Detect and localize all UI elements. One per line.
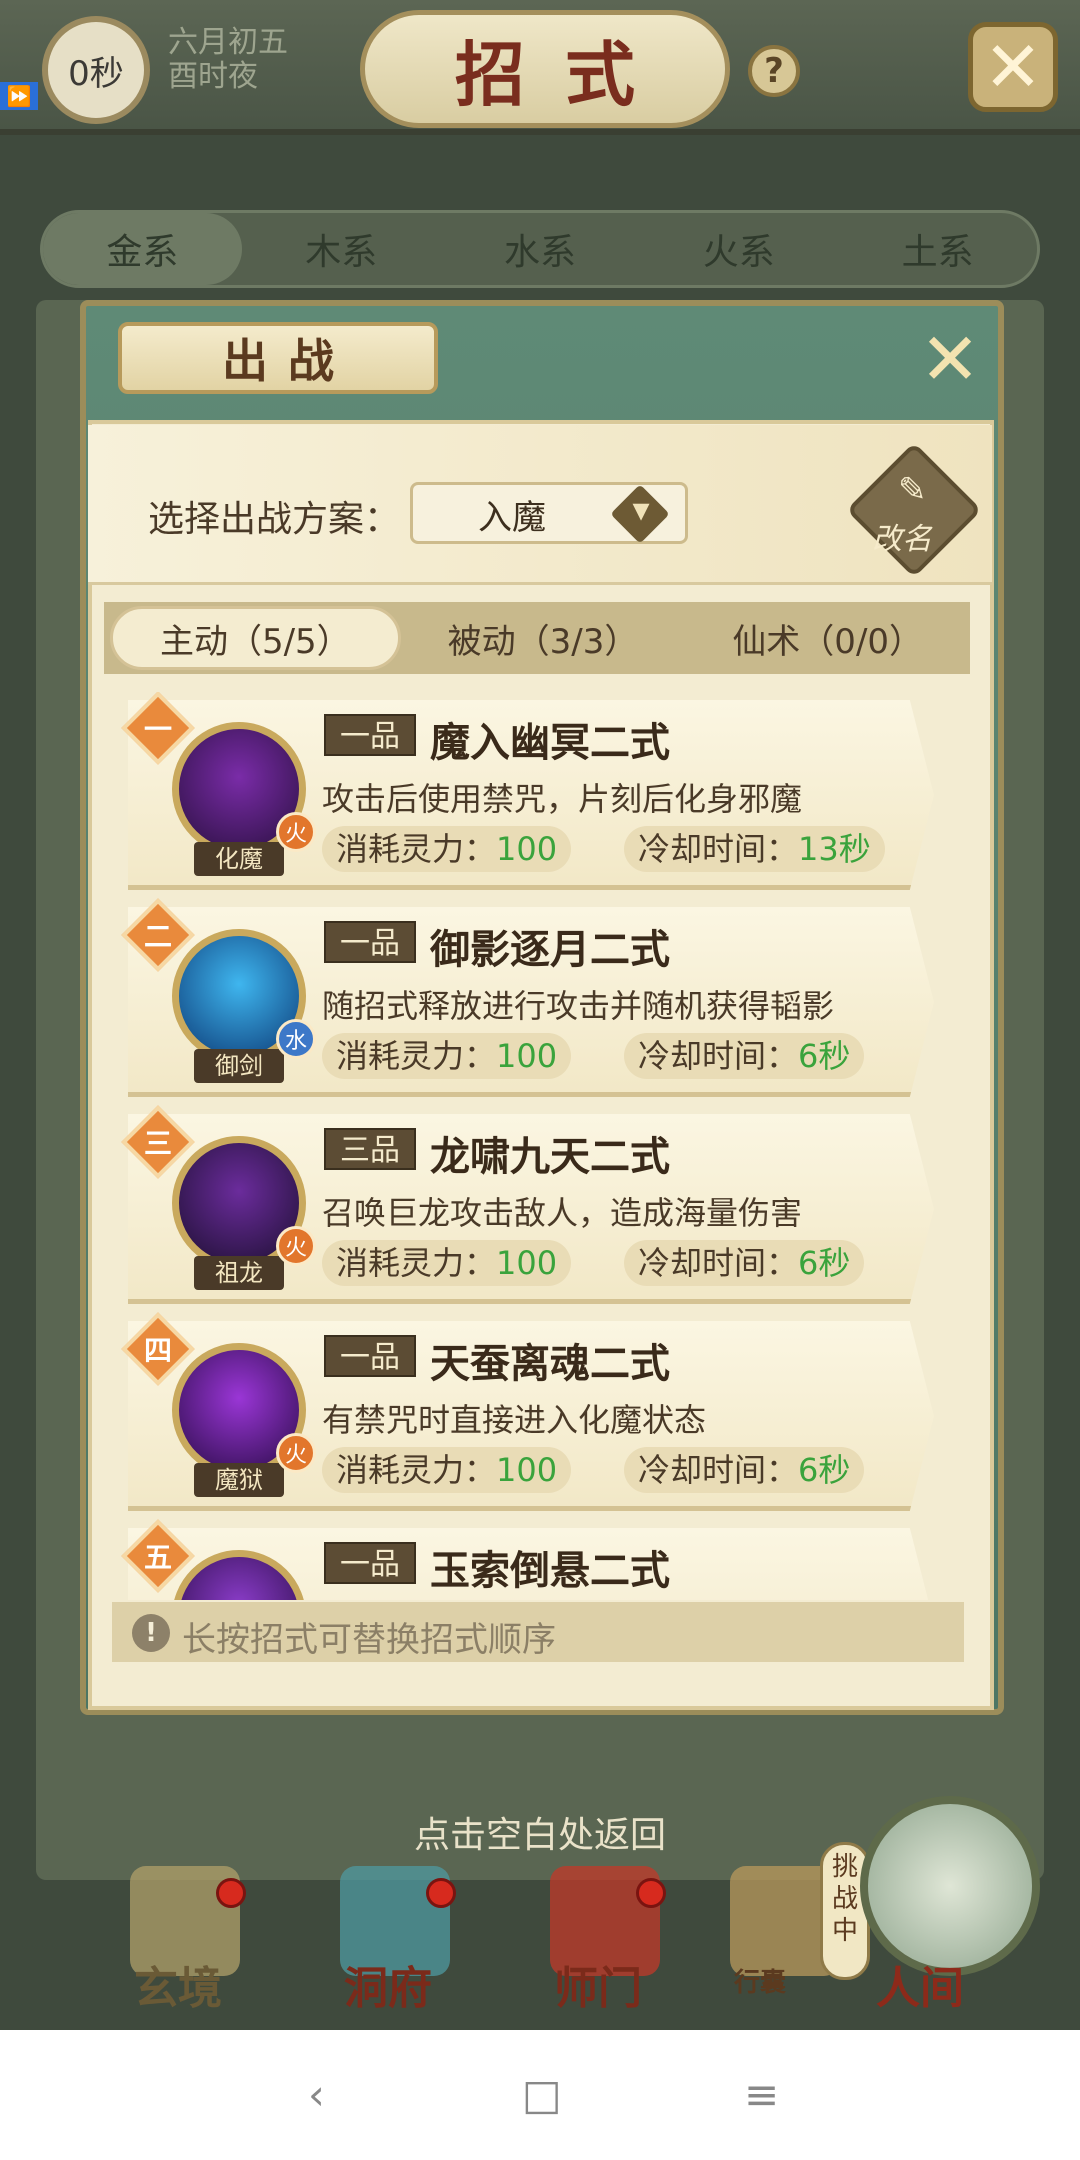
modal-title: 出战 <box>118 322 438 394</box>
cooldown-label: 冷却时间： <box>638 1244 799 1282</box>
cooldown: 冷却时间：6秒 <box>624 1240 865 1286</box>
cost-label: 消耗灵力： <box>336 1037 497 1075</box>
rank-number: 二 <box>143 920 172 953</box>
tab-fire[interactable]: 火系 <box>639 213 838 285</box>
game-date: 六月初五 酉时夜 <box>168 26 288 94</box>
plan-value: 入魔 <box>478 498 546 538</box>
grade-tag: 三品 <box>324 1128 416 1170</box>
tab-earth[interactable]: 土系 <box>838 213 1037 285</box>
nav-label: 玄境 <box>134 1963 222 2014</box>
spirit-cost: 消耗灵力：100 <box>322 1447 572 1493</box>
tab-immortal-arts[interactable]: 仙术（0/0） <box>685 602 970 674</box>
skill-description: 攻击后使用禁咒，片刻后化身邪魔 <box>322 780 803 818</box>
grade-tag: 一品 <box>324 921 416 963</box>
world-button[interactable] <box>860 1796 1040 1976</box>
nav-label: 师门 <box>554 1963 642 2014</box>
info-icon: ! <box>132 1614 170 1652</box>
rank-number: 五 <box>143 1541 172 1574</box>
avatar-name: 化魔 <box>194 842 284 876</box>
element-badge: 火 <box>276 812 316 852</box>
tab-wood[interactable]: 木系 <box>242 213 441 285</box>
close-icon[interactable]: ✕ <box>968 22 1058 112</box>
cost-value: 100 <box>496 830 558 868</box>
world-label: 人间 <box>876 1963 964 2014</box>
cooldown-value: 13秒 <box>798 830 871 868</box>
element-badge: 水 <box>276 1019 316 1059</box>
rank-number: 四 <box>143 1334 172 1367</box>
timer: 0秒 <box>42 16 150 124</box>
cooldown-label: 冷却时间： <box>638 1451 799 1489</box>
home-icon[interactable]: □ <box>522 2070 562 2119</box>
skill-type-tabs: 主动（5/5） 被动（3/3） 仙术（0/0） <box>104 602 970 674</box>
chevron-down-icon: ▾ <box>632 490 650 530</box>
skill-name: 龙啸九天二式 <box>430 1134 670 1180</box>
grade-tag: 一品 <box>324 714 416 756</box>
tab-water[interactable]: 水系 <box>441 213 640 285</box>
tab-active-skills[interactable]: 主动（5/5） <box>110 606 401 670</box>
notification-dot <box>426 1878 456 1908</box>
spirit-cost: 消耗灵力：100 <box>322 1240 572 1286</box>
avatar-name: 御剑 <box>194 1049 284 1083</box>
cost-label: 消耗灵力： <box>336 1451 497 1489</box>
cooldown: 冷却时间：13秒 <box>624 826 885 872</box>
cooldown: 冷却时间：6秒 <box>624 1033 865 1079</box>
skill-description: 有禁咒时直接进入化魔状态 <box>322 1401 707 1439</box>
skill-description: 召唤巨龙攻击敌人，造成海量伤害 <box>322 1194 803 1232</box>
cooldown-label: 冷却时间： <box>638 1037 799 1075</box>
cooldown-value: 6秒 <box>798 1037 851 1075</box>
cost-label: 消耗灵力： <box>336 830 497 868</box>
cost-value: 100 <box>496 1244 558 1282</box>
avatar-name: 祖龙 <box>194 1256 284 1290</box>
element-badge: 火 <box>276 1433 316 1473</box>
skill-description: 随招式释放进行攻击并随机获得韬影 <box>322 987 835 1025</box>
cost-label: 消耗灵力： <box>336 1244 497 1282</box>
cooldown-label: 冷却时间： <box>638 830 799 868</box>
grade-tag: 一品 <box>324 1542 416 1584</box>
plan-label: 选择出战方案： <box>148 499 401 540</box>
element-badge: 火 <box>276 1226 316 1266</box>
hint-text: 长按招式可替换招式顺序 <box>182 1620 556 1660</box>
skill-list[interactable]: 一化魔火一品 魔入幽冥二式 攻击后使用禁咒，片刻后化身邪魔 消耗灵力：100 冷却时间：… <box>112 692 962 1600</box>
avatar-name: 魔狱 <box>194 1463 284 1497</box>
grade-tag: 一品 <box>324 1335 416 1377</box>
skill-name: 天蚕离魂二式 <box>430 1341 670 1387</box>
notification-dot <box>216 1878 246 1908</box>
notification-dot <box>636 1878 666 1908</box>
back-icon[interactable]: ‹ <box>308 2070 325 2119</box>
date-line: 六月初五 <box>168 25 288 60</box>
spirit-cost: 消耗灵力：100 <box>322 826 572 872</box>
element-tabs: 金系 木系 水系 火系 土系 <box>40 210 1040 288</box>
cooldown-value: 6秒 <box>798 1244 851 1282</box>
nav-label: 洞府 <box>344 1963 432 2014</box>
time-line: 酉时夜 <box>168 59 258 94</box>
help-icon[interactable]: ? <box>748 45 800 97</box>
cost-value: 100 <box>496 1451 558 1489</box>
nav-label: 行囊 <box>734 1968 787 1998</box>
spirit-cost: 消耗灵力：100 <box>322 1033 572 1079</box>
rename-label: 改名 <box>872 522 932 557</box>
skill-name: 玉索倒悬二式 <box>430 1548 670 1594</box>
tab-metal[interactable]: 金系 <box>43 213 242 285</box>
cooldown-value: 6秒 <box>798 1451 851 1489</box>
menu-icon[interactable]: ≡ <box>744 2070 779 2119</box>
rank-number: 一 <box>143 713 172 746</box>
rank-number: 三 <box>143 1127 172 1160</box>
page-title: 招式 <box>360 10 730 128</box>
tab-passive-skills[interactable]: 被动（3/3） <box>401 602 686 674</box>
skill-name: 御影逐月二式 <box>430 927 670 973</box>
pen-icon: ✎ <box>898 470 927 510</box>
cooldown: 冷却时间：6秒 <box>624 1447 865 1493</box>
modal-close-icon[interactable]: ✕ <box>915 317 985 401</box>
cost-value: 100 <box>496 1037 558 1075</box>
fast-forward-icon[interactable]: ⏩ <box>0 82 38 110</box>
skill-name: 魔入幽冥二式 <box>430 720 670 766</box>
